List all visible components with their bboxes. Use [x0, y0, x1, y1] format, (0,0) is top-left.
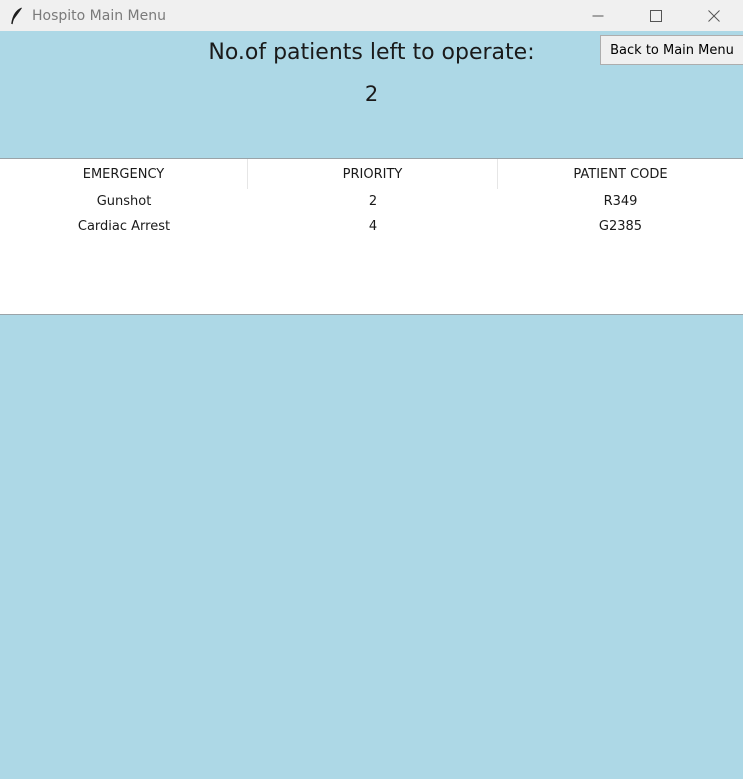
cell-patient-code: G2385 [598, 219, 643, 234]
column-header-priority[interactable]: PRIORITY [248, 159, 498, 189]
table-row[interactable]: Cardiac Arrest 4 G2385 [0, 214, 743, 239]
patients-table: EMERGENCY PRIORITY PATIENT CODE Gunshot … [0, 158, 743, 315]
cell-emergency: Cardiac Arrest [77, 219, 171, 234]
close-icon [708, 9, 720, 22]
patients-left-count: 2 [364, 82, 379, 106]
window-title: Hospito Main Menu [32, 7, 166, 24]
window-controls [569, 0, 743, 31]
feather-icon [0, 0, 32, 31]
title-bar: Hospito Main Menu [0, 0, 743, 31]
minimize-icon [592, 15, 604, 16]
column-header-emergency[interactable]: EMERGENCY [0, 159, 248, 189]
minimize-button[interactable] [569, 0, 627, 31]
cell-emergency: Gunshot [96, 194, 152, 209]
cell-priority: 4 [368, 219, 378, 234]
table-header: EMERGENCY PRIORITY PATIENT CODE [0, 159, 743, 189]
back-to-main-menu-button[interactable]: Back to Main Menu [600, 35, 743, 65]
maximize-icon [650, 9, 662, 22]
maximize-button[interactable] [627, 0, 685, 31]
close-button[interactable] [685, 0, 743, 31]
cell-priority: 2 [368, 194, 378, 209]
cell-patient-code: R349 [603, 194, 638, 209]
table-row[interactable]: Gunshot 2 R349 [0, 189, 743, 214]
column-header-patient-code[interactable]: PATIENT CODE [498, 159, 743, 189]
